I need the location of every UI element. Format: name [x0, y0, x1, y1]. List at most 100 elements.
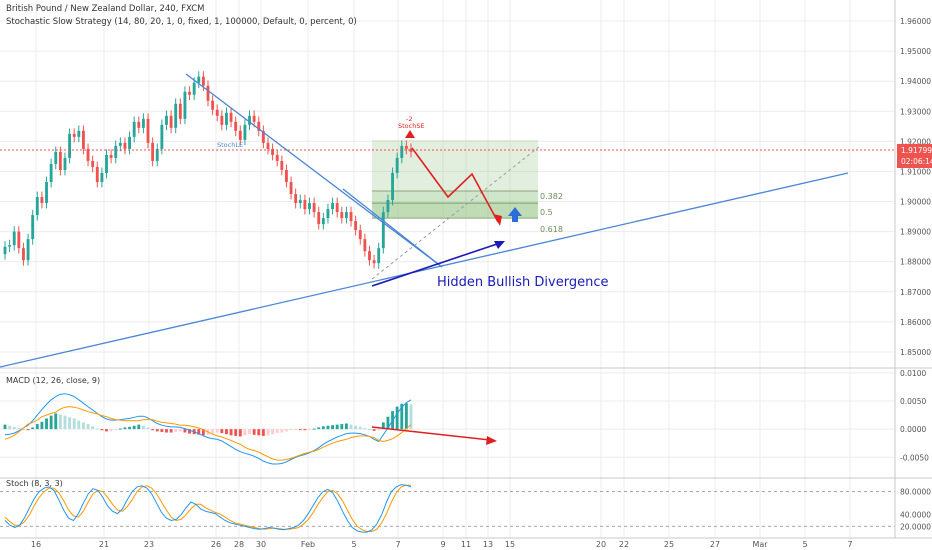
trading-chart[interactable]: 16 21 23 26 28 30 Feb 5 7 9 11 13 15 20 22 25 27 Mar 5 7 1.9… [0, 0, 932, 550]
candle-body [349, 212, 353, 222]
candle-body [95, 166, 99, 182]
price-tick-label: 1.91000 [900, 167, 931, 176]
signal-stochse-qty: -2 [406, 115, 412, 123]
price-tick-label: 1.90000 [900, 198, 931, 207]
macd-tick-label: -0.0050 [900, 453, 929, 462]
macd-histogram-bar [321, 426, 325, 430]
candle-body [35, 197, 39, 216]
macd-histogram-bar [261, 429, 265, 436]
candle-body [298, 200, 302, 204]
macd-histogram-bar [335, 424, 339, 430]
candle-body [22, 248, 25, 261]
macd-histogram-bar [372, 429, 376, 431]
macd-histogram-bar [266, 429, 270, 436]
macd-histogram-bar [100, 429, 104, 431]
macd-histogram-bar [137, 424, 141, 430]
macd-histogram-bar [377, 429, 381, 431]
candle-body [220, 115, 224, 125]
macd-histogram-bar [151, 429, 155, 431]
macd-histogram-bar [312, 428, 316, 430]
x-tick-label: 27 [710, 540, 720, 549]
candle-body [372, 260, 376, 264]
candle-body [354, 221, 358, 231]
x-tick-label: 5 [802, 540, 807, 549]
macd-tick-label: 0.0000 [900, 425, 926, 434]
macd-histogram-bar [114, 429, 118, 431]
macd-histogram-bar [123, 427, 127, 430]
macd-histogram-bar [8, 425, 12, 430]
macd-histogram-bar [109, 429, 113, 431]
candle-body [312, 203, 316, 213]
candle-body [238, 130, 242, 140]
candle-body [344, 212, 348, 219]
stoch-tick-label: 80.0000 [900, 488, 931, 497]
candle-body [12, 231, 16, 246]
candle-body [114, 145, 118, 158]
last-price: 1.91799 [901, 146, 932, 155]
x-tick-label: 13 [483, 540, 493, 549]
chart-grid [0, 0, 895, 538]
candle-body [215, 109, 219, 116]
candle-body [137, 121, 141, 128]
candle-body [386, 200, 390, 213]
macd-histogram-bar [308, 429, 311, 431]
macd-histogram-bar [257, 429, 261, 436]
chart-legend: British Pound / New Zealand Dollar, 240,… [6, 4, 608, 488]
candle-body [206, 85, 210, 101]
x-tick-label: 30 [256, 540, 266, 549]
candle-body [321, 218, 325, 225]
candle-body [358, 230, 362, 240]
price-tick-label: 1.93000 [900, 107, 931, 116]
price-tick-label: 1.86000 [900, 318, 931, 327]
candle-body [58, 151, 62, 170]
macd-histogram-bar [243, 429, 247, 436]
macd-histogram-bar [118, 428, 122, 430]
sell-signal-arrow [405, 130, 415, 138]
macd-histogram-bar [12, 426, 16, 430]
candle-body [326, 209, 330, 219]
candle-body [40, 197, 44, 204]
x-tick-label: 21 [99, 540, 109, 549]
macd-histogram-bar [331, 425, 334, 430]
candle-body [132, 121, 136, 137]
macd-histogram-bar [17, 428, 21, 430]
candle-body [229, 112, 233, 122]
stoch-tick-label: 40.0000 [900, 511, 931, 520]
x-tick-label: 28 [234, 540, 244, 549]
price-tick-label: 1.87000 [900, 288, 931, 297]
candle-body [197, 76, 201, 83]
x-tick-label: 26 [211, 540, 221, 549]
x-tick-label: Feb [301, 540, 315, 549]
candle-body [160, 124, 164, 149]
candle-body [183, 91, 187, 119]
macd-histogram-bar [63, 415, 67, 430]
macd-histogram-bar [146, 427, 150, 430]
candle-body [368, 251, 371, 261]
price-tick-label: 1.85000 [900, 348, 931, 357]
candle-body [178, 103, 182, 119]
fib-zones [372, 139, 538, 219]
symbol-title: British Pound / New Zealand Dollar, 240,… [6, 4, 204, 14]
macd-histogram-bar [395, 406, 399, 430]
macd-histogram-bar [211, 429, 215, 434]
candle-body [105, 154, 108, 173]
macd-title: MACD (12, 26, close, 9) [6, 376, 100, 385]
macd-histogram-bar [215, 429, 219, 433]
candle-body [395, 157, 399, 173]
candle-body [201, 76, 205, 86]
macd-histogram-bar [45, 418, 48, 430]
fib-zone-middle [372, 191, 538, 204]
candle-body [266, 142, 270, 149]
candle-body [243, 124, 247, 140]
macd-histogram-bar [294, 429, 298, 431]
candle-body [317, 212, 321, 225]
candle-body [303, 200, 307, 210]
macd-histogram-bar [77, 420, 81, 430]
macd-histogram-bar [280, 429, 284, 433]
macd-histogram-bar [363, 428, 367, 430]
candle-body [285, 169, 288, 182]
x-tick-label: 22 [619, 540, 629, 549]
signal-stochse: StochSE [398, 122, 425, 130]
candle-body [225, 112, 228, 125]
macd-histogram-bar [317, 427, 321, 430]
